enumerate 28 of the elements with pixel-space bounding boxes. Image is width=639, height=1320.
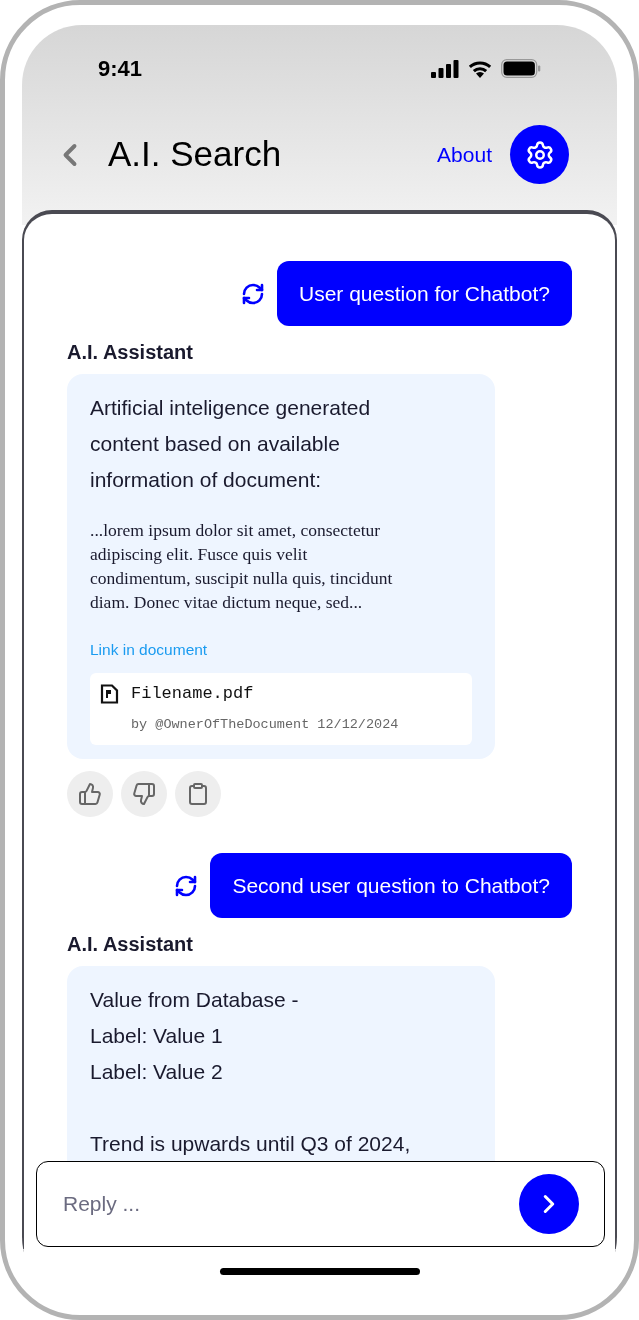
battery-icon: [501, 59, 541, 78]
file-card[interactable]: Filename.pdf by @OwnerOfTheDocument 12/12/2024: [90, 673, 472, 745]
document-icon: [100, 684, 119, 704]
file-name: Filename.pdf: [131, 683, 254, 706]
status-time: 9:41: [98, 55, 143, 83]
reply-field[interactable]: Reply ...: [36, 1161, 605, 1247]
sender-name: A.I. Assistant: [67, 932, 194, 957]
wifi-icon: [467, 59, 493, 78]
message-text: Artificial inteligence generated content based on available information of document:: [90, 395, 372, 493]
signal-icon: [431, 59, 459, 78]
copy-button[interactable]: [175, 771, 221, 817]
thumbs-up-icon: [78, 782, 102, 806]
thumbs-down-button[interactable]: [121, 771, 167, 817]
clipboard-icon: [186, 782, 210, 806]
refresh-icon[interactable]: [241, 281, 265, 306]
user-message: Second user question to Chatbot?: [210, 853, 572, 918]
about-link[interactable]: About: [437, 138, 492, 171]
sender-name: A.I. Assistant: [67, 340, 194, 365]
thumbs-up-button[interactable]: [67, 771, 113, 817]
refresh-icon[interactable]: [174, 873, 199, 898]
thumbs-down-icon: [132, 782, 156, 806]
document-excerpt: ...lorem ipsum dolor sit amet, consectetur adipiscing elit. Fusce quis velit condimentum, suscipit nulla quis, tincidunt diam. Donec vitae dictum neque, sed...: [90, 519, 394, 614]
gear-icon: [524, 139, 555, 170]
page-title: A.I. Search: [108, 133, 283, 176]
user-message: User question for Chatbot?: [277, 261, 572, 326]
message-text: Value from Database - Label: Value 1 Label: Value 2: [90, 987, 300, 1085]
file-meta: by @OwnerOfTheDocument 12/12/2024: [131, 715, 400, 734]
message-text: Trend is upwards until Q3 of 2024,: [90, 1131, 412, 1157]
